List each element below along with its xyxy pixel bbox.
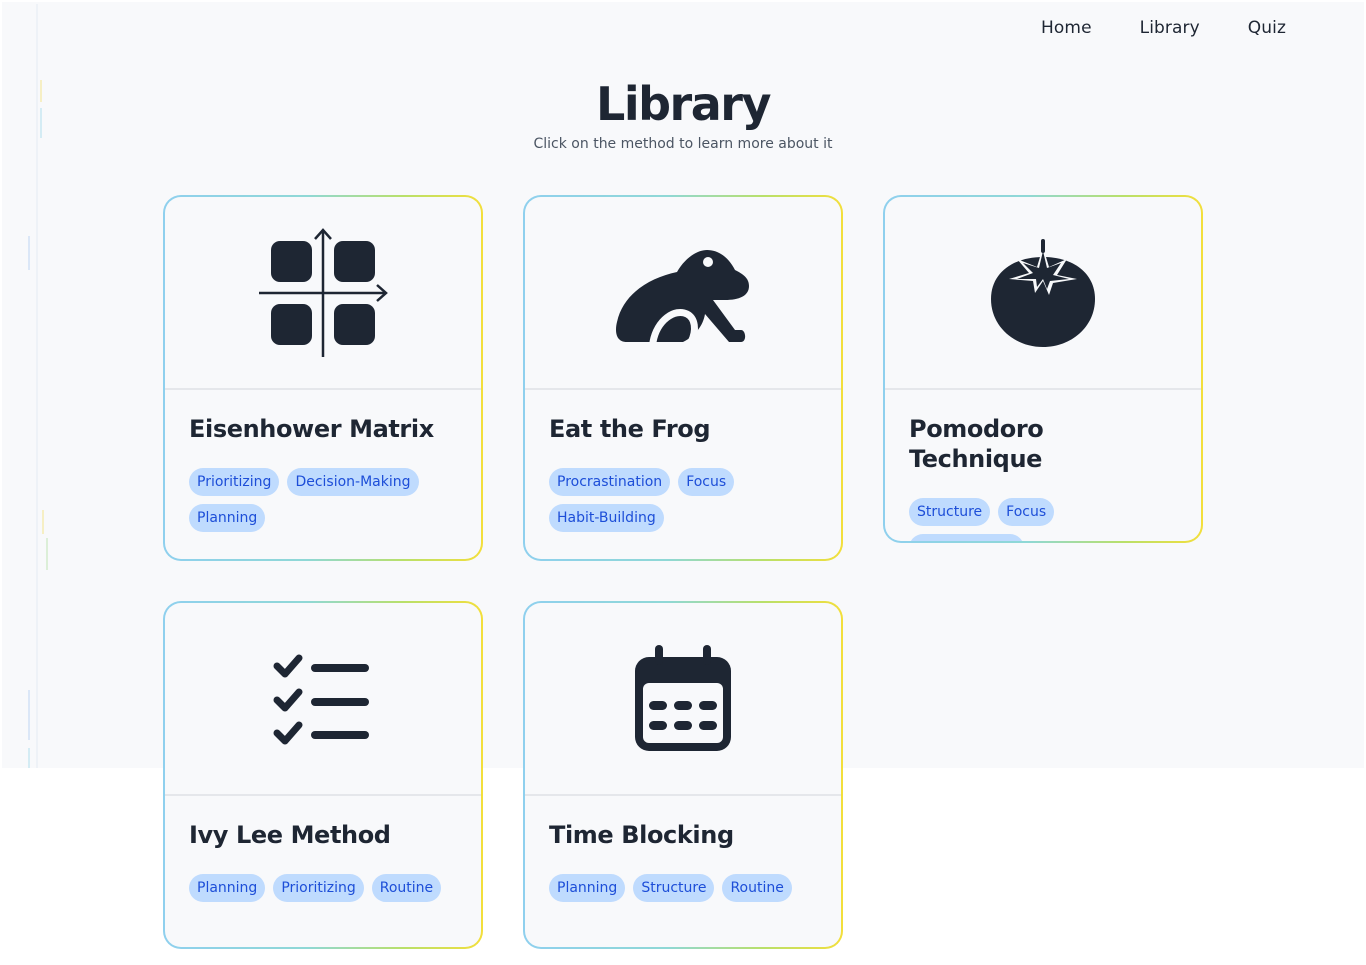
tag: Habit-Building: [549, 504, 664, 532]
tag: Focus: [678, 468, 735, 496]
card-title: Time Blocking: [549, 821, 734, 849]
card-icon-area: [525, 197, 841, 390]
tag: Habit-Building: [909, 534, 1024, 541]
rail-marker: [42, 510, 44, 534]
tag: Planning: [189, 504, 266, 532]
nav-link-quiz[interactable]: Quiz: [1248, 18, 1286, 38]
card-icon-area: [165, 197, 481, 390]
frog-icon: [616, 249, 749, 345]
nav-link-home[interactable]: Home: [1041, 18, 1092, 38]
tag: Structure: [633, 874, 715, 902]
tag-list: Procrastination Focus Habit-Building: [549, 468, 809, 532]
tag-list: Structure Focus Habit-Building: [909, 498, 1169, 541]
tag: Procrastination: [549, 468, 671, 496]
method-card-pomodoro-technique[interactable]: Pomodoro Technique Structure Focus Habit…: [883, 195, 1203, 543]
rail-marker: [46, 538, 48, 570]
method-card-eat-the-frog[interactable]: Eat the Frog Procrastination Focus Habit…: [523, 195, 843, 561]
checklist-icon: [273, 654, 369, 744]
card-icon-area: [165, 603, 481, 796]
tag: Routine: [371, 874, 442, 902]
tag: Prioritizing: [273, 874, 364, 902]
tag: Structure: [909, 498, 991, 526]
calendar-icon: [635, 644, 731, 751]
tag-list: Prioritizing Decision-Making Planning: [189, 468, 449, 532]
tomato-icon: [991, 238, 1095, 347]
page-subtitle: Click on the method to learn more about …: [533, 136, 833, 152]
page-title: Library: [596, 77, 771, 131]
tag: Focus: [998, 498, 1055, 526]
rail-marker: [28, 236, 30, 270]
method-card-eisenhower-matrix[interactable]: Eisenhower Matrix Prioritizing Decision-…: [163, 195, 483, 561]
nav-link-library[interactable]: Library: [1140, 18, 1200, 38]
card-title: Ivy Lee Method: [189, 821, 391, 849]
method-card-ivy-lee-method[interactable]: Ivy Lee Method Planning Prioritizing Rou…: [163, 601, 483, 949]
card-icon-area: [525, 603, 841, 796]
method-card-time-blocking[interactable]: Time Blocking Planning Structure Routine: [523, 601, 843, 949]
tag-list: Planning Structure Routine: [549, 874, 809, 902]
card-title: Eisenhower Matrix: [189, 415, 434, 443]
tag-list: Planning Prioritizing Routine: [189, 874, 449, 902]
rail-marker: [28, 748, 30, 768]
tag: Planning: [549, 874, 626, 902]
eisenhower-matrix-icon: [259, 227, 388, 357]
page-header: Library Click on the method to learn mor…: [0, 76, 1366, 152]
rail-marker: [28, 690, 30, 740]
tag: Planning: [189, 874, 266, 902]
tag: Decision-Making: [287, 468, 419, 496]
card-title: Pomodoro Technique: [909, 415, 1044, 473]
card-title: Eat the Frog: [549, 415, 711, 443]
tag: Routine: [722, 874, 792, 902]
tag: Prioritizing: [189, 468, 280, 496]
top-nav: Home Library Quiz: [1041, 18, 1286, 38]
card-icon-area: [885, 197, 1201, 390]
